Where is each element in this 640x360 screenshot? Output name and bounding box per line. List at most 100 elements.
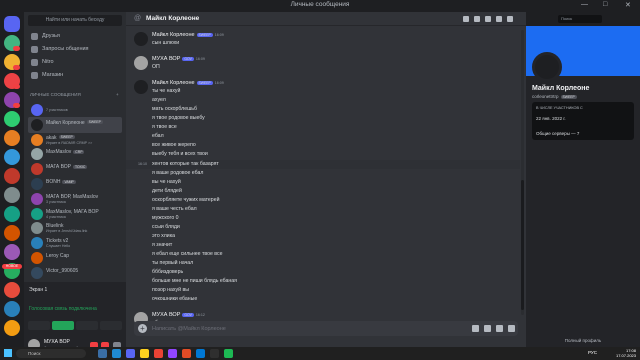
- dm-item[interactable]: BONH VAMP: [28, 176, 122, 192]
- voice-status[interactable]: Голосовая связь подключена: [29, 306, 97, 312]
- call-icon[interactable]: [463, 16, 469, 22]
- close-button[interactable]: ✕: [625, 1, 631, 9]
- server-icon[interactable]: [4, 187, 20, 203]
- discord-home-icon[interactable]: [4, 16, 20, 32]
- nav-item[interactable]: Nitro: [28, 57, 122, 68]
- app-icon[interactable]: [224, 349, 233, 358]
- dm-item[interactable]: МАГА ВОР, MaxMaslov 3 участника: [28, 191, 122, 207]
- notification-badge: [13, 84, 20, 89]
- dm-item[interactable]: akak SWEEP Играет в RADMIR CRMP >>: [28, 132, 122, 148]
- dm-item[interactable]: Victor_990605: [28, 265, 122, 281]
- minimize-button[interactable]: —: [581, 1, 588, 8]
- store-icon[interactable]: [196, 349, 205, 358]
- soundboard-button[interactable]: [100, 321, 122, 330]
- server-icon[interactable]: [4, 111, 20, 127]
- notification-badge: [13, 65, 20, 70]
- activity-button[interactable]: [76, 321, 98, 330]
- server-icon[interactable]: [4, 244, 20, 260]
- nav-item[interactable]: Магазин: [28, 70, 122, 81]
- window-title: Личные сообщения: [290, 1, 350, 8]
- taskview-icon[interactable]: [98, 349, 107, 358]
- app-icon[interactable]: [210, 349, 219, 358]
- author-name: МУХА ВОР: [152, 56, 181, 63]
- taskbar-clock[interactable]: 17:08 17.07.2023: [606, 348, 636, 358]
- server-icon[interactable]: [4, 320, 20, 336]
- avatar: [31, 252, 43, 264]
- dm-name: BONH VAMP: [46, 179, 76, 185]
- explorer-icon[interactable]: [140, 349, 149, 358]
- server-rail: НОВОЕ: [0, 12, 24, 347]
- message-avatar[interactable]: [134, 56, 148, 71]
- server-icon[interactable]: [4, 130, 20, 146]
- dm-section-header: ЛИЧНЫЕ СООБЩЕНИЯ +: [30, 92, 119, 97]
- twitch-icon[interactable]: [168, 349, 177, 358]
- server-icon[interactable]: [4, 301, 20, 317]
- search-input[interactable]: Поиск: [558, 15, 602, 23]
- camera-button[interactable]: [28, 321, 50, 330]
- avatar: [31, 222, 43, 235]
- dm-search-button[interactable]: Найти или начать беседу: [28, 15, 122, 26]
- dm-item[interactable]: MaxMaslov, МАГА ВОР 4 участника: [28, 206, 122, 222]
- gift-icon[interactable]: [472, 325, 479, 332]
- author-name: Майкл Корлеоне: [152, 80, 195, 87]
- server-icon[interactable]: [4, 206, 20, 222]
- taskbar-search[interactable]: Поиск: [16, 349, 86, 358]
- message-input[interactable]: [152, 323, 452, 334]
- video-call-icon[interactable]: [474, 16, 480, 22]
- dm-item[interactable]: Leroy Cap: [28, 250, 122, 266]
- nav-label: Друзья: [42, 33, 60, 39]
- add-friend-icon[interactable]: [496, 16, 502, 22]
- message-author[interactable]: Майкл Корлеоне SWEEP 16:09: [152, 32, 224, 38]
- attach-plus-icon[interactable]: +: [138, 324, 147, 333]
- message-avatar[interactable]: [134, 80, 148, 95]
- server-tag: CRP: [73, 150, 85, 155]
- full-profile-link[interactable]: Полный профиль: [526, 338, 640, 343]
- message-composer: +: [134, 321, 518, 336]
- maximize-button[interactable]: □: [603, 1, 607, 8]
- app-icon[interactable]: [182, 349, 191, 358]
- message-author[interactable]: МУХА ВОР GOV 16:12: [152, 312, 205, 318]
- avatar: [31, 104, 43, 116]
- dm-item[interactable]: 7 участников: [28, 102, 122, 118]
- chat-scrollbar[interactable]: [521, 30, 524, 315]
- at-icon: @: [134, 15, 142, 22]
- profile-avatar[interactable]: [532, 52, 562, 82]
- screen-share-button[interactable]: [52, 321, 74, 330]
- dm-item[interactable]: МАГА ВОР TOXIC: [28, 161, 122, 177]
- sticker-icon[interactable]: [496, 325, 503, 332]
- message-avatar[interactable]: [134, 32, 148, 46]
- language-indicator[interactable]: РУС: [588, 350, 597, 355]
- new-badge: НОВОЕ: [2, 264, 22, 269]
- user-profile-toggle-icon[interactable]: [507, 16, 513, 22]
- avatar: [31, 266, 43, 279]
- dm-name-text: Victor_990605: [46, 267, 79, 274]
- dm-subtitle: 3 участника: [46, 199, 66, 204]
- windows-start-icon[interactable]: [4, 349, 12, 357]
- message-text: я значит: [152, 241, 173, 248]
- create-dm-icon[interactable]: +: [116, 92, 119, 97]
- gif-icon[interactable]: [484, 325, 491, 332]
- mutual-servers-card[interactable]: Общие серверы — 7: [532, 128, 634, 140]
- message-timestamp: 16:09: [214, 81, 224, 86]
- chrome-icon[interactable]: [154, 349, 163, 358]
- edge-icon[interactable]: [112, 349, 121, 358]
- dm-item[interactable]: Bluelink Играет в Jenshi/Jdaw.link: [28, 220, 122, 236]
- nav-item[interactable]: Запросы общения: [28, 44, 122, 55]
- dm-name-text: MaxMaslov: [46, 149, 72, 156]
- scrollbar-thumb[interactable]: [521, 180, 524, 310]
- message-author[interactable]: Майкл Корлеоне SWEEP 16:09: [152, 80, 224, 86]
- server-icon[interactable]: [4, 225, 20, 241]
- dm-item[interactable]: Tickets v2 Слушает Hello: [28, 235, 122, 251]
- server-tag: SWEEP: [86, 120, 103, 125]
- emoji-icon[interactable]: [508, 325, 515, 332]
- server-icon[interactable]: [4, 168, 20, 184]
- discord-taskbar-icon[interactable]: [126, 349, 135, 358]
- dm-item[interactable]: Майкл Корлеоне SWEEP: [28, 116, 122, 133]
- nav-item[interactable]: Друзья: [28, 31, 122, 42]
- message-author[interactable]: МУХА ВОР GOV 16:09: [152, 56, 205, 62]
- dm-item[interactable]: MaxMaslov CRP: [28, 146, 122, 162]
- pinned-icon[interactable]: [485, 16, 491, 22]
- server-icon[interactable]: [4, 282, 20, 298]
- server-icon[interactable]: [4, 149, 20, 165]
- dm-name-text: Leroy Cap: [46, 253, 70, 259]
